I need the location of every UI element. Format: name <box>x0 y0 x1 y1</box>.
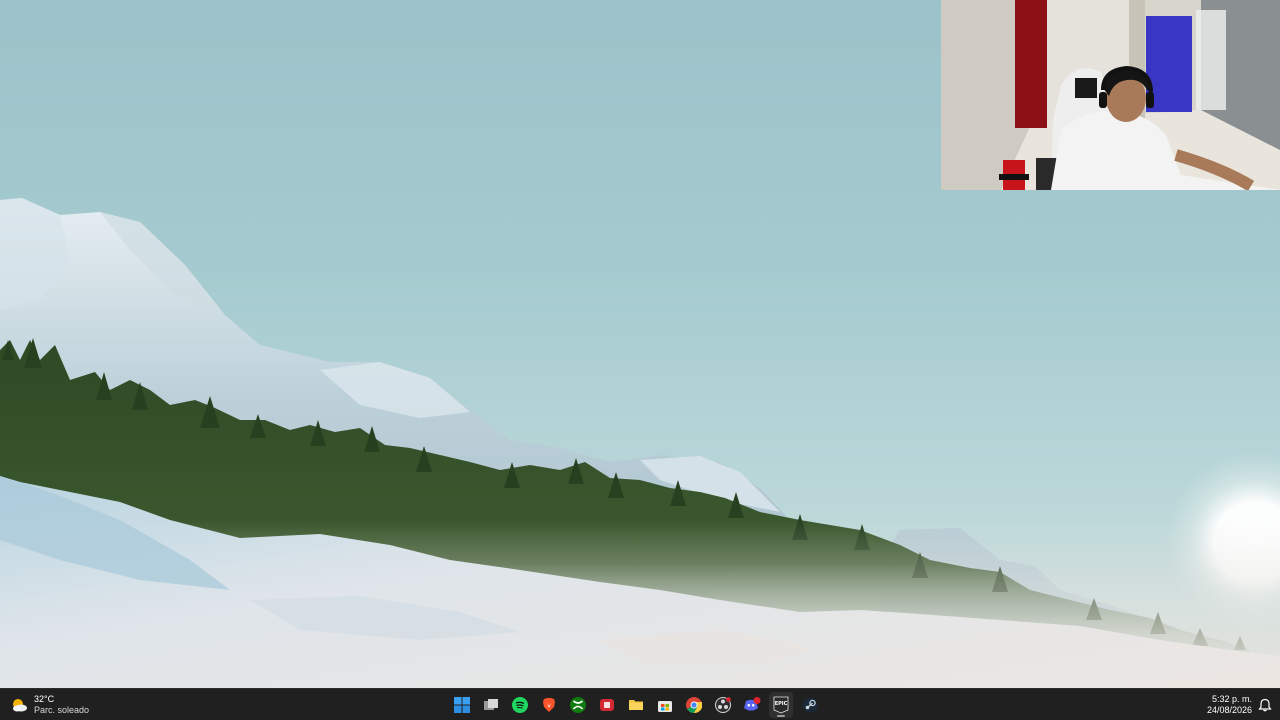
steam-button[interactable] <box>798 692 822 718</box>
red-app-button[interactable] <box>595 692 619 718</box>
partly-sunny-icon <box>10 696 28 714</box>
task-view-icon <box>484 699 498 710</box>
notifications-button[interactable] <box>1258 698 1272 712</box>
store-icon <box>658 701 672 712</box>
epic-games-icon: EPIC <box>773 696 789 714</box>
clock[interactable]: 5:32 p. m. 24/08/2026 <box>1207 694 1252 716</box>
clock-date: 24/08/2026 <box>1206 705 1252 715</box>
webcam-overlay <box>941 0 1280 190</box>
epic-games-label: EPIC <box>775 701 788 707</box>
discord-button[interactable] <box>740 692 764 718</box>
weather-temperature: 32°C <box>34 694 55 704</box>
chrome-icon <box>686 697 702 713</box>
notification-bell-icon <box>1258 698 1272 712</box>
store-button[interactable] <box>653 692 677 718</box>
windows-logo-icon <box>454 697 470 713</box>
spotify-button[interactable] <box>508 692 532 718</box>
brave-button[interactable] <box>537 692 561 718</box>
xbox-icon <box>570 697 586 713</box>
red-curtain <box>1015 0 1047 128</box>
taskbar-apps: EPIC <box>450 692 822 718</box>
file-explorer-button[interactable] <box>624 692 648 718</box>
steam-icon <box>802 697 818 713</box>
weather-condition: Parc. soleado <box>34 705 90 715</box>
discord-icon <box>744 697 761 711</box>
xbox-button[interactable] <box>566 692 590 718</box>
obs-button[interactable] <box>711 692 735 718</box>
webcam-feed <box>941 0 1280 190</box>
obs-icon <box>715 697 731 713</box>
spotify-icon <box>512 697 528 713</box>
clock-time: 5:32 p. m. <box>1211 694 1252 704</box>
brave-icon <box>543 698 555 712</box>
task-view-button[interactable] <box>479 692 503 718</box>
chrome-button[interactable] <box>682 692 706 718</box>
folder-icon <box>629 700 643 710</box>
red-app-icon <box>600 699 614 711</box>
epic-games-button[interactable]: EPIC <box>769 692 793 718</box>
weather-widget[interactable]: 32°C Parc. soleado <box>10 693 89 717</box>
system-tray: 5:32 p. m. 24/08/2026 <box>1207 693 1272 717</box>
taskbar: 32°C Parc. soleado EPIC 5:32 p. m. 24/08… <box>0 688 1280 720</box>
window-light <box>1196 10 1226 110</box>
start-button[interactable] <box>450 692 474 718</box>
